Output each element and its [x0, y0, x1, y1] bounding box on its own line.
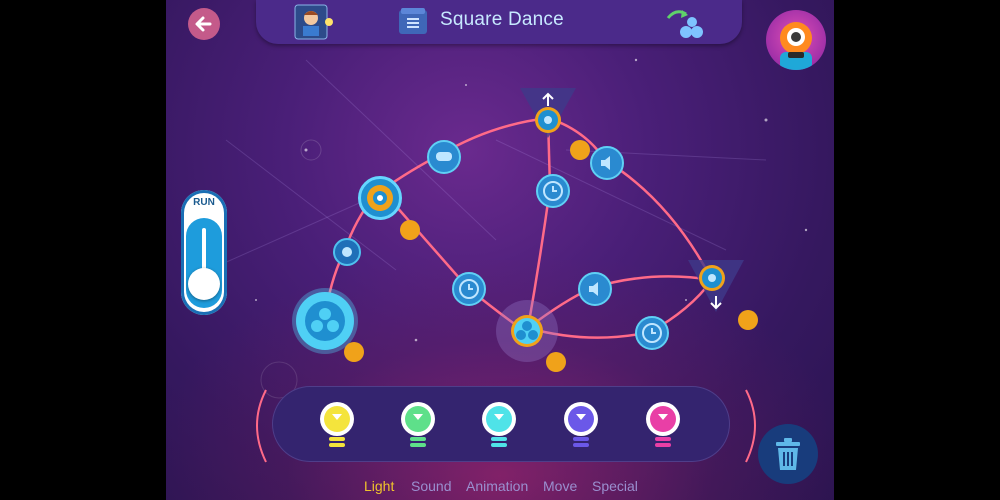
- light-bulb-icon: [401, 402, 435, 447]
- program-list-button[interactable]: [398, 6, 430, 36]
- wait-node-3[interactable]: [635, 316, 669, 350]
- light-bulb-icon: [646, 402, 680, 447]
- dash-start-icon: [305, 301, 345, 341]
- connector-port[interactable]: [344, 342, 364, 362]
- run-label: RUN: [193, 197, 215, 208]
- display-icon: [436, 152, 452, 161]
- speaker-icon: [601, 156, 610, 170]
- speaker-node[interactable]: [590, 146, 624, 180]
- trash-icon: [776, 438, 800, 470]
- yellow-light-bulb[interactable]: [318, 400, 356, 456]
- green-light-bulb[interactable]: [399, 400, 437, 456]
- speaker-node-2[interactable]: [578, 272, 612, 306]
- teacher-hint-icon: [294, 4, 333, 40]
- sound-node[interactable]: [333, 238, 361, 266]
- tab-move[interactable]: Move: [543, 478, 577, 494]
- arrow-left-icon: [195, 16, 212, 32]
- teacher-hint-button[interactable]: [294, 4, 334, 40]
- connector-port[interactable]: [546, 352, 566, 372]
- display-node[interactable]: [427, 140, 461, 174]
- light-bulb-icon: [564, 402, 598, 447]
- wait-node[interactable]: [536, 174, 570, 208]
- trash-button[interactable]: [758, 424, 818, 484]
- run-knob[interactable]: [188, 268, 220, 300]
- tab-animation[interactable]: Animation: [466, 478, 528, 494]
- pink-light-bulb[interactable]: [644, 400, 682, 456]
- tab-light[interactable]: Light: [364, 478, 394, 494]
- connector-port[interactable]: [570, 140, 590, 160]
- light-bulb-icon: [320, 402, 354, 447]
- connector-port[interactable]: [400, 220, 420, 240]
- program-list-icon: [399, 8, 427, 34]
- program-title[interactable]: Square Dance: [440, 9, 564, 31]
- eye-light-node[interactable]: [358, 176, 402, 220]
- light-bulb-icon: [482, 402, 516, 447]
- share-button[interactable]: [664, 6, 704, 38]
- clock-icon: [459, 279, 479, 299]
- cyan-light-bulb[interactable]: [480, 400, 518, 456]
- speaker-icon: [589, 282, 598, 296]
- dash-robot-icon: [780, 22, 812, 70]
- clock-icon: [543, 181, 563, 201]
- robot-avatar-button[interactable]: [766, 10, 826, 70]
- tab-special[interactable]: Special: [592, 478, 638, 494]
- selected-node[interactable]: [496, 300, 558, 362]
- robot-sound-icon: [342, 247, 352, 257]
- tab-sound[interactable]: Sound: [411, 478, 451, 494]
- triangle-end-icon: [688, 260, 744, 312]
- dash-action-icon: [511, 315, 543, 347]
- blue-light-bulb[interactable]: [562, 400, 600, 456]
- connector-port[interactable]: [738, 310, 758, 330]
- wait-node-2[interactable]: [452, 272, 486, 306]
- end-node[interactable]: [684, 258, 748, 314]
- top-start-node[interactable]: [516, 86, 580, 140]
- triangle-trigger-icon: [520, 88, 576, 138]
- share-robots-icon: [666, 10, 703, 38]
- run-slider[interactable]: RUN: [181, 190, 227, 315]
- start-node[interactable]: [296, 292, 354, 350]
- back-button[interactable]: [188, 8, 220, 40]
- eye-icon: [367, 185, 393, 211]
- clock-icon: [642, 323, 662, 343]
